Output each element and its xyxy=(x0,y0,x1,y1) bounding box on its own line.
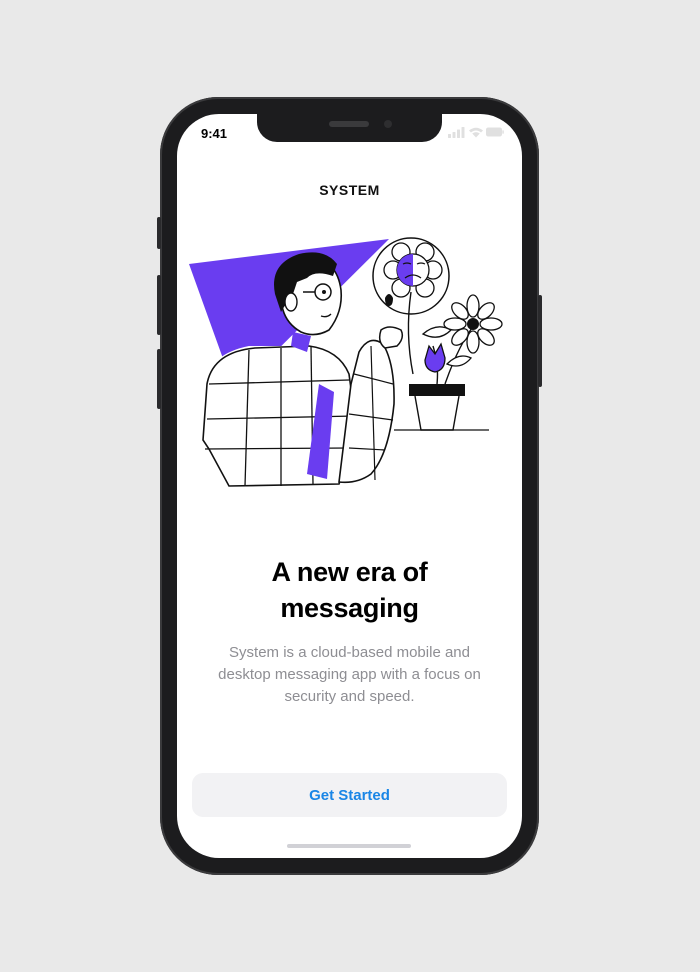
volume-down-button xyxy=(157,349,161,409)
speaker-grille xyxy=(329,121,369,127)
status-icons xyxy=(448,126,504,138)
front-camera xyxy=(384,120,392,128)
onboarding-illustration xyxy=(189,237,503,487)
battery-icon xyxy=(486,127,504,137)
signal-icon xyxy=(448,127,465,138)
flower-pot xyxy=(409,384,465,396)
home-indicator[interactable] xyxy=(287,844,411,848)
description-line-2: desktop messaging app with a focus on xyxy=(218,666,481,683)
app-title: SYSTEM xyxy=(319,182,380,198)
volume-up-button xyxy=(157,275,161,335)
notch xyxy=(257,114,442,142)
screen: 9:41 SYSTEM A new era of messaging Syste… xyxy=(177,114,522,858)
power-button xyxy=(538,295,542,387)
headline-line-1: A new era of xyxy=(271,557,428,587)
phone-frame: 9:41 SYSTEM A new era of messaging Syste… xyxy=(157,97,542,875)
description: System is a cloud-based mobile and deskt… xyxy=(199,642,500,708)
description-line-3: security and speed. xyxy=(284,688,415,705)
status-time: 9:41 xyxy=(201,126,228,141)
wifi-icon xyxy=(469,127,483,138)
headline: A new era of messaging xyxy=(197,554,502,626)
get-started-button[interactable]: Get Started xyxy=(192,773,507,817)
description-line-1: System is a cloud-based mobile and xyxy=(229,644,470,661)
headline-line-2: messaging xyxy=(280,593,419,623)
silent-switch xyxy=(157,217,161,249)
